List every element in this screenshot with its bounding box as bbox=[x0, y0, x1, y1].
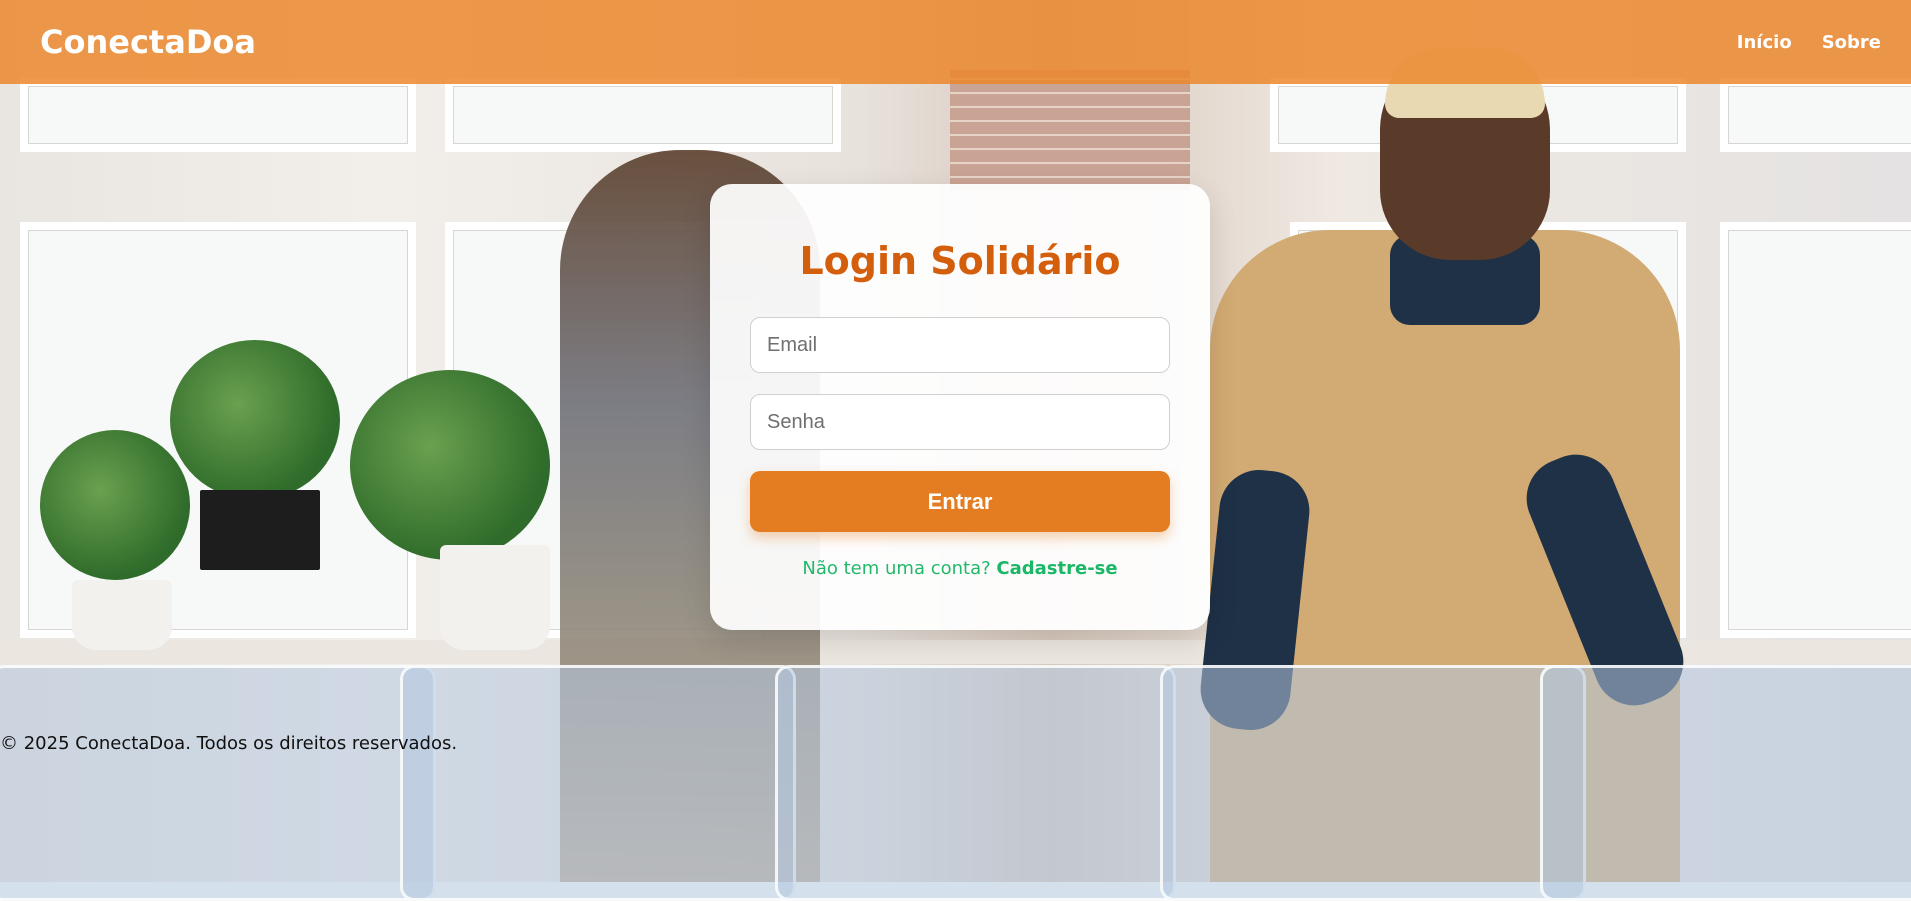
footer-copyright: © 2025 ConectaDoa. Todos os direitos res… bbox=[0, 733, 458, 754]
login-card: Login Solidário Entrar Não tem uma conta… bbox=[710, 184, 1210, 630]
plant-pot bbox=[440, 545, 550, 650]
signup-prompt: Não tem uma conta? Cadastre-se bbox=[750, 558, 1170, 579]
plant bbox=[170, 340, 340, 500]
donation-box bbox=[0, 665, 436, 901]
login-button[interactable]: Entrar bbox=[750, 471, 1170, 532]
password-field[interactable] bbox=[750, 394, 1170, 450]
plant bbox=[40, 430, 190, 580]
signup-prompt-text: Não tem uma conta? bbox=[802, 558, 991, 579]
window-pane bbox=[445, 78, 841, 152]
donation-box bbox=[1160, 665, 1586, 901]
plant-pot bbox=[200, 490, 320, 570]
window-pane bbox=[20, 78, 416, 152]
donation-box bbox=[775, 665, 1176, 901]
main-nav: Início Sobre bbox=[1737, 32, 1881, 53]
window-pane bbox=[1720, 222, 1911, 638]
login-title: Login Solidário bbox=[799, 239, 1121, 283]
plant-pot bbox=[72, 580, 172, 650]
brand-logo[interactable]: ConectaDoa bbox=[40, 23, 256, 61]
email-field[interactable] bbox=[750, 317, 1170, 373]
nav-link-sobre[interactable]: Sobre bbox=[1822, 32, 1881, 53]
brick-wall bbox=[950, 70, 1190, 190]
nav-link-inicio[interactable]: Início bbox=[1737, 32, 1792, 53]
plant bbox=[350, 370, 550, 560]
window-pane bbox=[1720, 78, 1911, 152]
donation-box bbox=[400, 665, 796, 901]
donation-box bbox=[1540, 665, 1911, 901]
signup-link[interactable]: Cadastre-se bbox=[996, 558, 1117, 579]
top-navbar: ConectaDoa Início Sobre bbox=[0, 0, 1911, 84]
